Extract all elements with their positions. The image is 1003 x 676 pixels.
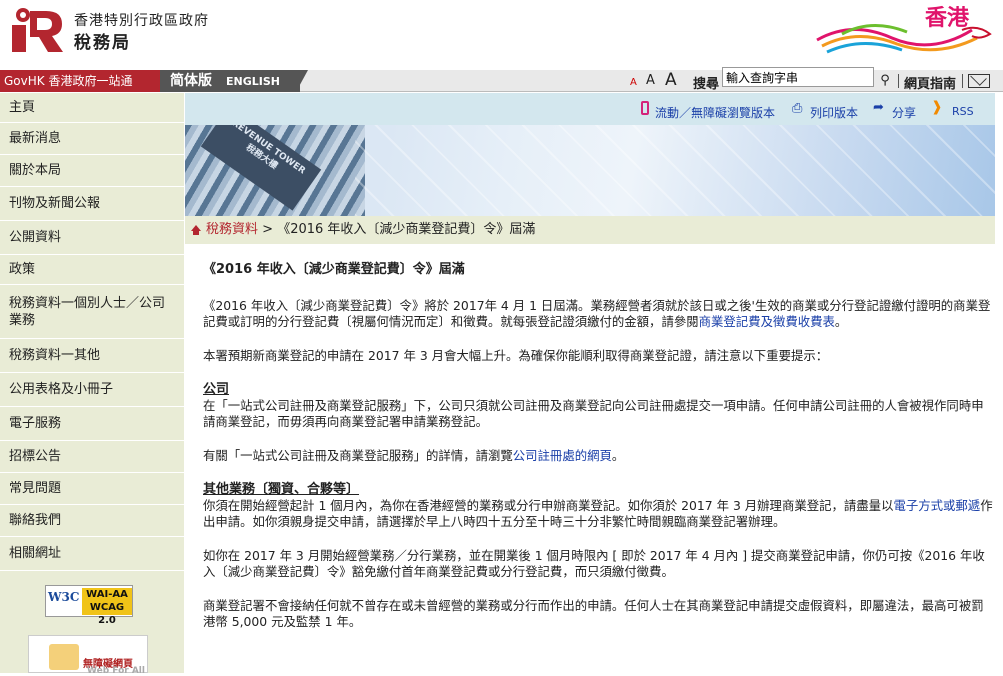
font-size-medium-button[interactable]: A — [646, 73, 655, 88]
paragraph-expiry: 《2016 年收入〔減少商業登記費〕令》將於 2017年 4 月 1 日屆滿。業… — [203, 298, 995, 330]
paragraph-expected-rise: 本署預期新商業登記的申請在 2017 年 3 月會大幅上升。為確保你能順利取得商… — [203, 348, 829, 363]
utility-bar: 流動／無障礙瀏覽版本 ⎙ 列印版本 ➦ 分享 ❱ RSS — [185, 93, 995, 125]
wcag-line-1: WAI-AA — [86, 589, 128, 600]
sidebar-item-publications[interactable]: 刊物及新聞公報 — [0, 187, 184, 221]
paragraph-apply-within-month: 你須在開始經營起計 1 個月內，為你在香港經營的業務或分行申辦商業登記。如你須於… — [203, 498, 995, 530]
search-input[interactable] — [722, 67, 874, 87]
language-switcher: 简体版 ENGLISH — [160, 70, 300, 92]
paragraph-cr-text: 有關「一站式公司註冊及商業登記服務」的詳情，請瀏覽 — [203, 448, 513, 463]
fee-schedule-link[interactable]: 商業登記費及徵費收費表 — [699, 314, 835, 329]
share-icon: ➦ — [873, 100, 884, 115]
sidebar-item-faq[interactable]: 常見問題 — [0, 473, 184, 505]
print-version-link[interactable]: 列印版本 — [810, 104, 858, 121]
wcag-line-2: WCAG 2.0 — [89, 602, 125, 626]
revenue-tower-sign: REVENUE TOWER 稅務大樓 — [200, 125, 322, 211]
wcag-level-label: WAI-AA WCAG 2.0 — [82, 588, 132, 626]
printer-icon: ⎙ — [792, 101, 803, 116]
heading-company: 公司 — [203, 382, 230, 397]
checkmark-badge-icon — [49, 644, 79, 670]
divider — [898, 74, 899, 88]
mobile-phone-icon — [641, 101, 649, 115]
sidebar-item-tax-others[interactable]: 稅務資料一其他 — [0, 339, 184, 373]
brand-hongkong-dragon-logo — [816, 23, 992, 54]
banner-image: REVENUE TOWER 稅務大樓 — [185, 125, 995, 216]
rss-link[interactable]: RSS — [952, 105, 974, 118]
companies-registry-link[interactable]: 公司註冊處的網頁 — [513, 448, 612, 463]
font-size-large-button[interactable]: A — [665, 70, 677, 90]
mail-icon[interactable] — [968, 74, 990, 88]
govhk-link[interactable]: GovHK 香港政府一站通 — [0, 70, 160, 92]
department-name-top: 香港特別行政區政府 — [74, 13, 209, 29]
sidebar-item-links[interactable]: 相關網址 — [0, 537, 184, 571]
paragraph-apply-text: 你須在開始經營起計 1 個月內，為你在香港經營的業務或分行申辦商業登記。如你須於… — [203, 498, 894, 513]
breadcrumb-current: 《2016 年收入〔減少商業登記費〕令》屆滿 — [277, 222, 536, 237]
sidebar-item-forms[interactable]: 公用表格及小冊子 — [0, 373, 184, 407]
w3c-wcag-badge[interactable]: W3C WAI-AA WCAG 2.0 — [45, 585, 133, 626]
main-content: 《2016 年收入〔減少商業登記費〕令》屆滿 《2016 年收入〔減少商業登記費… — [203, 262, 995, 648]
search-icon[interactable]: ⚲ — [875, 72, 895, 90]
breadcrumb-separator: > — [262, 222, 274, 237]
page-title: 《2016 年收入〔減少商業登記費〕令》屆滿 — [203, 262, 465, 277]
brand-hongkong-text: 香港 — [925, 5, 970, 31]
lang-simplified-link[interactable]: 简体版 — [170, 70, 212, 92]
sidebar-item-contact[interactable]: 聯絡我們 — [0, 505, 184, 537]
sidebar-item-home[interactable]: 主頁 — [0, 93, 184, 123]
search-label: 搜尋 — [693, 77, 720, 92]
sidebar-item-open-info[interactable]: 公開資料 — [0, 221, 184, 255]
paragraph-expiry-text: 《2016 年收入〔減少商業登記費〕令》將於 2017年 4 月 1 日屆滿。業… — [203, 298, 991, 329]
sitemap-link[interactable]: 網頁指南 — [904, 73, 956, 92]
rss-icon: ❱ — [931, 99, 943, 115]
lang-english-link[interactable]: ENGLISH — [226, 70, 280, 93]
sidebar-item-policy[interactable]: 政策 — [0, 255, 184, 285]
mobile-version-link[interactable]: 流動／無障礙瀏覽版本 — [655, 104, 775, 121]
paragraph-cr-end: 。 — [611, 448, 625, 463]
web-for-all-badge[interactable]: 無障礙網頁 Web For All — [28, 635, 148, 676]
w3c-logo-text: W3C — [48, 590, 80, 604]
sidebar-item-news[interactable]: 最新消息 — [0, 123, 184, 155]
sidebar-item-eservices[interactable]: 電子服務 — [0, 407, 184, 441]
electronic-or-post-link[interactable]: 電子方式或郵遞 — [893, 498, 980, 513]
paragraph-cr-webpage: 有關「一站式公司註冊及商業登記服務」的詳情，請瀏覽公司註冊處的網頁。 — [203, 448, 995, 464]
breadcrumb-tax-info-link[interactable]: 稅務資料 — [206, 222, 258, 237]
language-tab-edge — [296, 70, 308, 92]
paragraph-fee-waiver: 如你在 2017 年 3 月開始經營業務／分行業務，並在開業後 1 個月時限內 … — [203, 548, 985, 579]
home-icon — [191, 225, 201, 235]
sidebar-item-about[interactable]: 關於本局 — [0, 155, 184, 187]
web-for-all-en: Web For All — [87, 666, 145, 676]
revenue-tower-photo: REVENUE TOWER 稅務大樓 — [185, 125, 365, 216]
paragraph-expiry-end: 。 — [834, 314, 848, 329]
glass-facade — [355, 125, 995, 216]
department-name: 稅務局 — [74, 33, 131, 53]
ird-logo[interactable] — [10, 7, 64, 53]
breadcrumb: 稅務資料 > 《2016 年收入〔減少商業登記費〕令》屆滿 — [185, 216, 995, 244]
site-header: 香港特別行政區政府 稅務局 香港 — [0, 0, 1003, 70]
divider — [962, 74, 963, 88]
sidebar-item-tax-individual-business[interactable]: 稅務資料一個別人士／公司業務 — [0, 285, 184, 339]
sidebar-item-tenders[interactable]: 招標公告 — [0, 441, 184, 473]
paragraph-one-stop: 在「一站式公司註冊及商業登記服務」下，公司只須就公司註冊及商業登記向公司註冊處提… — [203, 398, 984, 429]
font-size-small-button[interactable]: A — [630, 77, 637, 88]
heading-other-business: 其他業務〔獨資、合夥等〕 — [203, 482, 360, 497]
paragraph-false-info-warning: 商業登記署不會接納任何就不曾存在或未曾經營的業務或分行而作出的申請。任何人士在其… — [203, 598, 984, 629]
sidebar-nav: 主頁 最新消息 關於本局 刊物及新聞公報 公開資料 政策 稅務資料一個別人士／公… — [0, 93, 184, 676]
share-link[interactable]: 分享 — [892, 104, 916, 121]
